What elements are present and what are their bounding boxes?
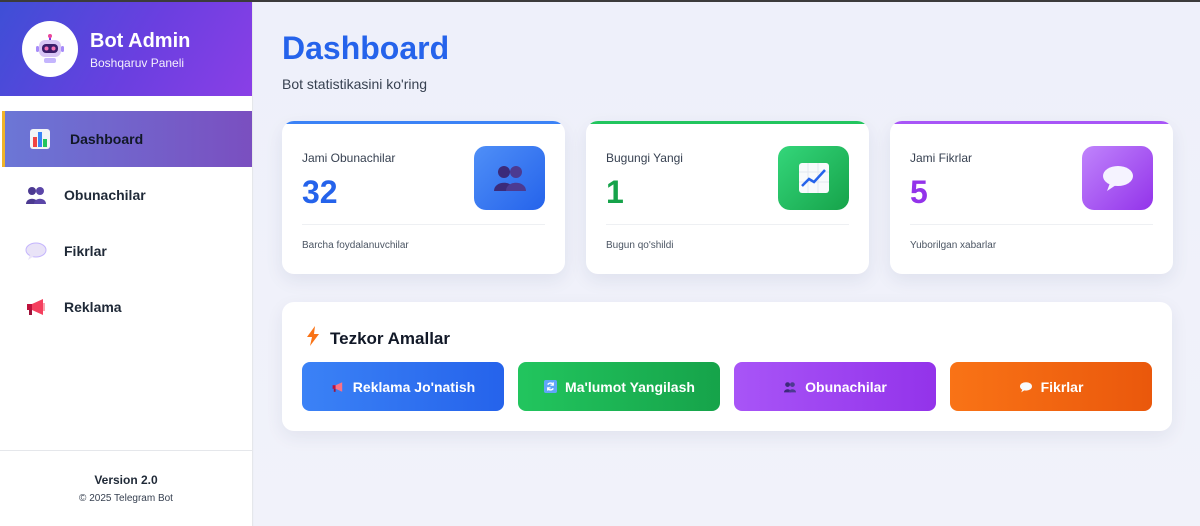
version-label: Version 2.0: [94, 473, 158, 487]
stat-card-label: Bugungi Yangi: [606, 151, 683, 165]
users-icon: [783, 380, 797, 394]
stat-card-subscribers: Jami Obunachilar 32 Barcha foydalanuvchi…: [282, 121, 565, 274]
quick-actions-header: Tezkor Amallar: [306, 326, 450, 351]
stat-card-label: Jami Obunachilar: [302, 151, 396, 165]
sidebar-item-label: Obunachilar: [64, 187, 146, 203]
speech-bubble-icon: [1019, 380, 1033, 394]
send-ad-button[interactable]: Reklama Jo'natish: [302, 362, 504, 411]
button-label: Fikrlar: [1040, 378, 1084, 395]
brand-header: Bot Admin Boshqaruv Paneli: [0, 2, 252, 96]
sidebar-item-reklama[interactable]: Reklama: [0, 279, 252, 335]
stat-card-note: Yuborilgan xabarlar: [910, 240, 997, 251]
button-label: Obunachilar: [805, 378, 887, 395]
quick-actions-panel: Tezkor Amallar Reklama Jo'natish Ma'lumo…: [282, 302, 1172, 431]
button-label: Ma'lumot Yangilash: [565, 378, 695, 395]
page-title: Dashboard: [282, 30, 450, 66]
speech-bubble-icon: [1082, 146, 1153, 210]
stat-card-value: 5: [910, 174, 928, 210]
sidebar-item-label: Reklama: [64, 299, 122, 315]
sidebar-footer: Version 2.0 © 2025 Telegram Bot: [0, 450, 252, 526]
stat-card-feedback: Jami Fikrlar 5 Yuborilgan xabarlar: [890, 121, 1173, 274]
stat-card-label: Jami Fikrlar: [910, 151, 972, 165]
brand-subtitle: Boshqaruv Paneli: [90, 55, 185, 70]
sidebar-item-dashboard[interactable]: Dashboard: [2, 111, 252, 167]
feedback-button[interactable]: Fikrlar: [950, 362, 1152, 411]
bar-chart-icon: [28, 127, 52, 151]
window-top-border: [0, 0, 1200, 2]
refresh-data-button[interactable]: Ma'lumot Yangilash: [518, 362, 720, 411]
quick-actions-title: Tezkor Amallar: [330, 328, 450, 348]
card-divider: [910, 224, 1153, 225]
main-content: Dashboard Bot statistikasini ko'ring Jam…: [254, 2, 1200, 526]
subscribers-button[interactable]: Obunachilar: [734, 362, 936, 411]
sidebar: Bot Admin Boshqaruv Paneli Dashboard Obu…: [0, 2, 253, 526]
stat-card-value: 1: [606, 174, 624, 210]
page-subtitle: Bot statistikasini ko'ring: [282, 76, 428, 92]
sidebar-item-label: Fikrlar: [64, 243, 107, 259]
stat-card-note: Bugun qo'shildi: [606, 240, 674, 251]
users-icon: [474, 146, 545, 210]
button-label: Reklama Jo'natish: [352, 378, 476, 395]
robot-logo-icon: [22, 21, 78, 77]
sidebar-nav: Dashboard Obunachilar Fikrlar Reklama: [0, 111, 252, 335]
copyright-label: © 2025 Telegram Bot: [79, 493, 173, 504]
sidebar-item-label: Dashboard: [70, 131, 144, 147]
speech-bubble-icon: [24, 239, 48, 263]
sidebar-item-obunachilar[interactable]: Obunachilar: [0, 167, 252, 223]
sidebar-item-fikrlar[interactable]: Fikrlar: [0, 223, 252, 279]
megaphone-icon: [331, 380, 345, 394]
megaphone-icon: [24, 295, 48, 319]
refresh-icon: [543, 380, 557, 394]
stat-card-note: Barcha foydalanuvchilar: [302, 240, 409, 251]
chart-up-icon: [778, 146, 849, 210]
brand-title: Bot Admin: [90, 29, 191, 52]
stat-card-new-today: Bugungi Yangi 1 Bugun qo'shildi: [586, 121, 869, 274]
stat-card-value: 32: [302, 174, 338, 210]
users-icon: [24, 183, 48, 207]
card-divider: [302, 224, 545, 225]
card-divider: [606, 224, 849, 225]
lightning-icon: [306, 326, 320, 351]
